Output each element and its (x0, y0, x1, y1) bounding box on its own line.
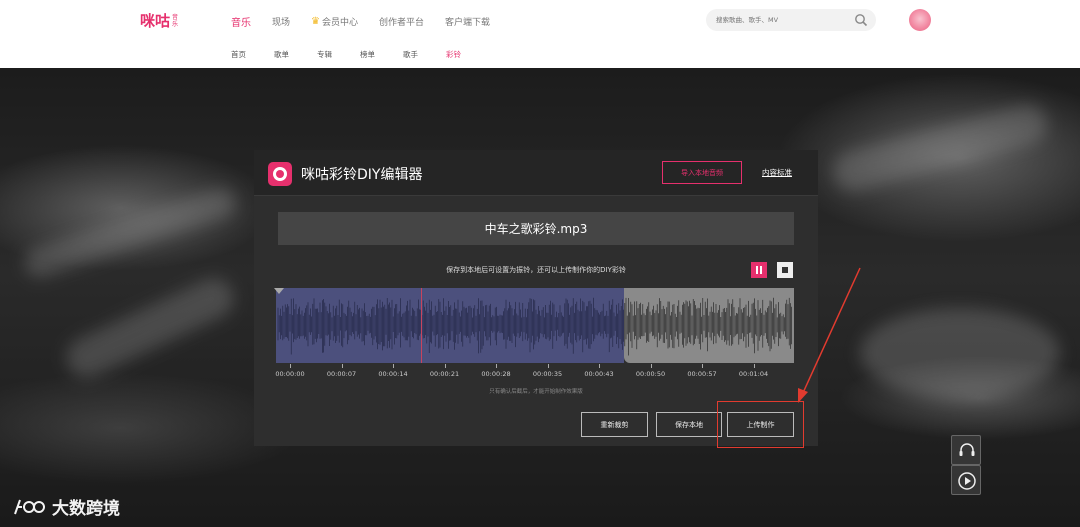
time-tick (702, 364, 703, 368)
pause-icon-bar (756, 266, 758, 274)
customer-service-button[interactable] (951, 435, 981, 465)
player-button[interactable] (951, 465, 981, 495)
editor-header: 咪咕彩铃DIY编辑器 导入本地音频 内容标准 (254, 150, 818, 196)
migu-app-icon (268, 162, 292, 186)
time-tick (547, 364, 549, 368)
trim-start-handle[interactable] (274, 288, 284, 294)
pause-button[interactable] (751, 262, 767, 278)
waveform-editor[interactable] (274, 288, 794, 363)
nav-creator[interactable]: 创作者平台 (379, 14, 424, 29)
crown-icon: ♛ (311, 16, 320, 27)
save-local-button[interactable]: 保存本地 (656, 412, 722, 437)
waveform (277, 297, 792, 356)
filename-display: 中车之歌彩铃.mp3 (278, 212, 794, 245)
time-axis: 00:00:00 00:00:07 00:00:14 00:00:21 00:00:28… (275, 364, 794, 386)
time-tick-label: 00:00:57 (687, 370, 717, 378)
content-standard-link[interactable]: 内容标准 (762, 167, 792, 178)
time-tick (393, 364, 394, 368)
subnav-singer[interactable]: 歌手 (403, 49, 418, 60)
search-box (706, 9, 876, 31)
time-tick-label: 00:00:21 (429, 370, 460, 378)
watermark: 大数跨境 (12, 494, 120, 519)
subnav-playlist[interactable]: 歌单 (274, 49, 289, 60)
play-icon (958, 472, 976, 490)
time-tick (650, 364, 652, 368)
nav-vip[interactable]: ♛ 会员中心 (311, 14, 358, 29)
time-tick-label: 00:00:35 (532, 370, 563, 378)
sub-nav: 首页 歌单 专辑 榜单 歌手 彩铃 (231, 49, 489, 60)
time-tick (444, 364, 446, 368)
time-tick (496, 364, 497, 368)
time-tick-label: 00:00:07 (326, 370, 357, 378)
logo-text: 咪咕 (140, 12, 171, 30)
nav-music[interactable]: 音乐 (231, 14, 251, 29)
time-tick (290, 364, 291, 368)
search-input[interactable] (716, 14, 846, 26)
recut-button[interactable]: 重新裁剪 (581, 412, 648, 437)
subnav-home[interactable]: 首页 (231, 49, 246, 60)
time-tick-label: 00:01:04 (738, 370, 769, 378)
logo-sub-text: 音乐 (172, 13, 179, 28)
pause-icon-bar (760, 266, 762, 274)
trim-note: 只有确认后截后，才能开始制作效果版 (489, 389, 583, 395)
backdrop-blur-shape (20, 184, 240, 282)
avatar[interactable] (909, 9, 931, 31)
watermark-logo-icon (14, 499, 45, 514)
waveform-unselected-trace (624, 297, 792, 356)
nav-download[interactable]: 客户端下载 (445, 14, 490, 29)
playhead[interactable] (421, 288, 422, 363)
subnav-ringtone[interactable]: 彩铃 (446, 49, 461, 60)
arrow-annotation (798, 267, 861, 403)
import-local-audio-button[interactable]: 导入本地音频 (662, 161, 742, 184)
save-hint-text: 保存到本地后可设置为振铃，还可以上传制作你的DIY彩铃 (446, 266, 626, 274)
time-tick-label: 00:00:43 (584, 370, 614, 378)
backdrop-blur-shape (828, 100, 1052, 196)
backdrop-blur-shape (59, 271, 241, 385)
headset-icon (959, 443, 975, 456)
waveform-selected-trace (277, 297, 624, 355)
search-icon[interactable] (854, 13, 868, 27)
migu-logo[interactable]: 咪咕 音乐 (140, 10, 182, 31)
time-tick (599, 364, 600, 368)
subnav-album[interactable]: 专辑 (317, 49, 332, 60)
time-tick (753, 364, 755, 368)
time-tick-label: 00:00:28 (481, 370, 511, 378)
time-tick (341, 364, 343, 368)
editor-title: 咪咕彩铃DIY编辑器 (301, 167, 423, 183)
watermark-text: 大数跨境 (52, 499, 120, 519)
time-tick-label: 00:00:14 (378, 370, 408, 378)
top-nav: 音乐 现场 ♛ 会员中心 创作者平台 客户端下载 (231, 14, 511, 29)
subnav-charts[interactable]: 榜单 (360, 49, 375, 60)
nav-vip-label: 会员中心 (321, 18, 358, 28)
time-tick-label: 00:00:00 (275, 370, 305, 378)
site-header: 咪咕 音乐 音乐 现场 ♛ 会员中心 创作者平台 客户端下载 首页 歌单 专辑 榜… (0, 0, 1080, 68)
time-tick-label: 00:00:50 (635, 370, 666, 378)
backdrop-blur-shape (860, 308, 1060, 398)
nav-live[interactable]: 现场 (272, 14, 290, 29)
